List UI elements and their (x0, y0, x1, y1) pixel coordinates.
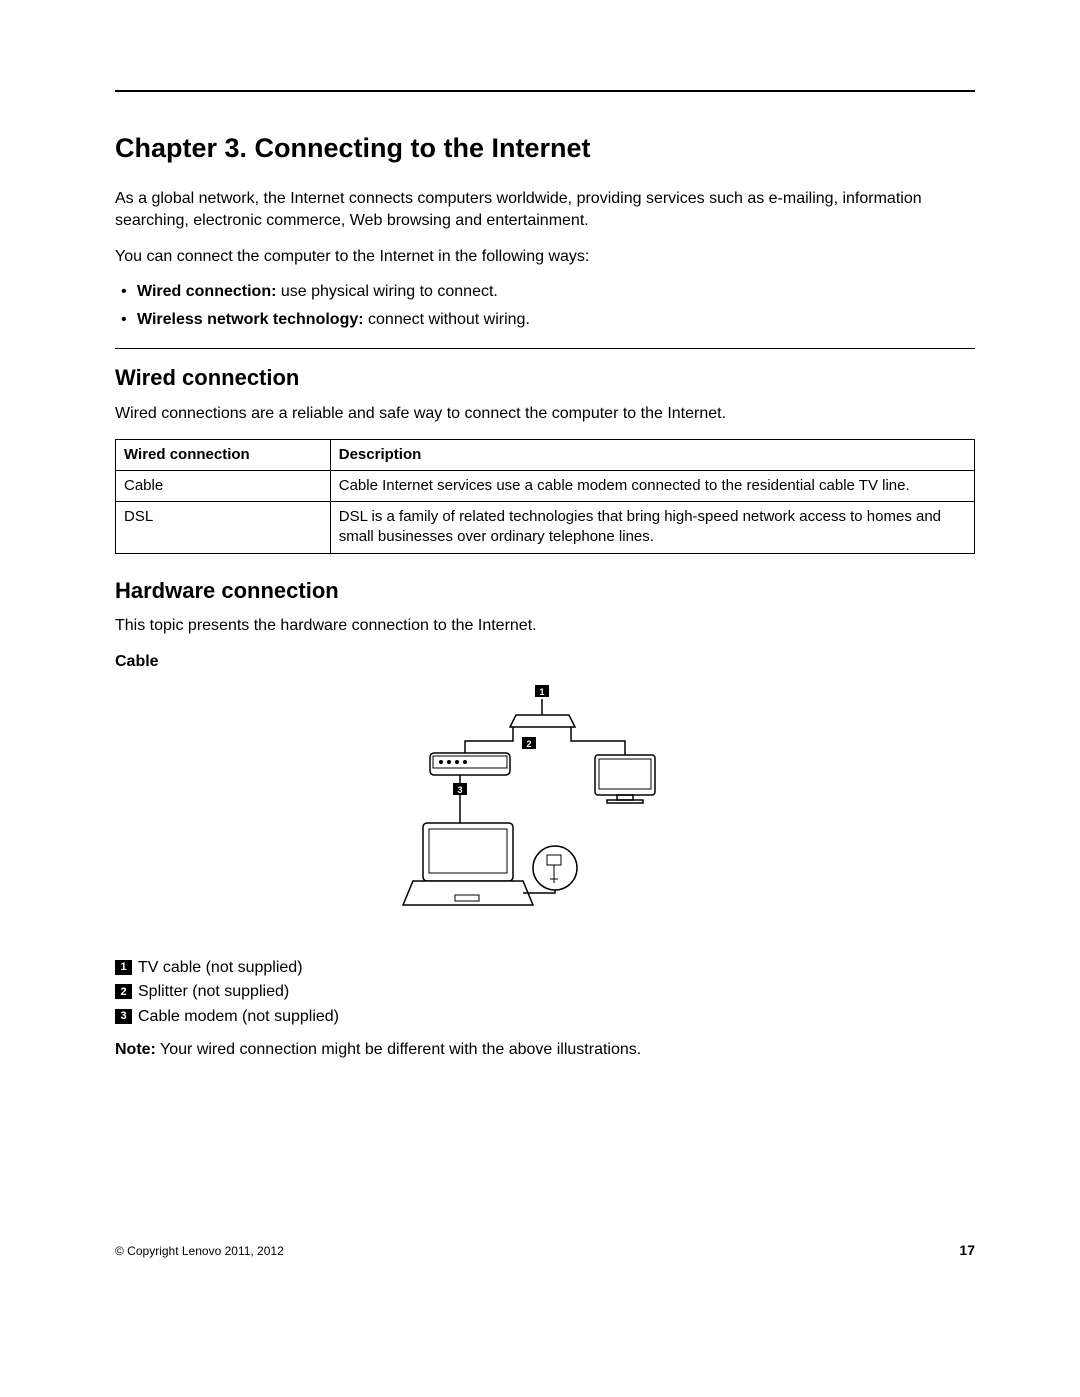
svg-text:2: 2 (526, 739, 531, 749)
bullet-rest: connect without wiring. (364, 311, 530, 328)
table-cell: DSL (116, 502, 331, 554)
table-row: DSL DSL is a family of related technolog… (116, 502, 975, 554)
svg-text:1: 1 (539, 687, 544, 697)
wired-heading: Wired connection (115, 363, 975, 393)
section-rule (115, 348, 975, 349)
chapter-title: Chapter 3. Connecting to the Internet (115, 130, 975, 166)
page-number: 17 (959, 1241, 975, 1260)
chapter-intro-1: As a global network, the Internet connec… (115, 188, 975, 231)
table-cell: DSL is a family of related technologies … (330, 502, 974, 554)
legend-item: 3 Cable modem (not supplied) (115, 1006, 975, 1028)
note-text: Your wired connection might be different… (156, 1041, 641, 1058)
legend-item: 2 Splitter (not supplied) (115, 981, 975, 1003)
wired-intro: Wired connections are a reliable and saf… (115, 403, 975, 425)
note-label: Note: (115, 1041, 156, 1058)
bullet-rest: use physical wiring to connect. (276, 283, 497, 300)
bullet-bold: Wired connection: (137, 283, 276, 300)
diagram-legend: 1 TV cable (not supplied) 2 Splitter (no… (115, 957, 975, 1028)
hardware-heading: Hardware connection (115, 576, 975, 606)
top-rule (115, 90, 975, 92)
bullet-bold: Wireless network technology: (137, 311, 364, 328)
table-cell: Cable Internet services use a cable mode… (330, 470, 974, 501)
hardware-note: Note: Your wired connection might be dif… (115, 1039, 975, 1061)
legend-number: 3 (115, 1009, 132, 1024)
list-item: Wired connection: use physical wiring to… (115, 281, 975, 303)
svg-text:3: 3 (457, 785, 462, 795)
legend-number: 2 (115, 984, 132, 999)
table-row: Cable Cable Internet services use a cabl… (116, 470, 975, 501)
copyright: © Copyright Lenovo 2011, 2012 (115, 1243, 284, 1259)
cable-subhead: Cable (115, 651, 975, 673)
chapter-intro-2: You can connect the computer to the Inte… (115, 246, 975, 268)
table-cell: Cable (116, 470, 331, 501)
table-header: Description (330, 439, 974, 470)
wired-connection-table: Wired connection Description Cable Cable… (115, 439, 975, 554)
legend-text: Splitter (not supplied) (138, 981, 289, 1003)
legend-item: 1 TV cable (not supplied) (115, 957, 975, 979)
legend-text: TV cable (not supplied) (138, 957, 303, 979)
connection-methods-list: Wired connection: use physical wiring to… (115, 281, 975, 330)
table-header: Wired connection (116, 439, 331, 470)
legend-number: 1 (115, 960, 132, 975)
list-item: Wireless network technology: connect wit… (115, 309, 975, 331)
hardware-diagram: 1 2 3 (115, 683, 975, 943)
cable-diagram-svg: 1 2 3 (395, 683, 695, 943)
hardware-intro: This topic presents the hardware connect… (115, 615, 975, 637)
page-footer: © Copyright Lenovo 2011, 2012 17 (115, 1241, 975, 1260)
legend-text: Cable modem (not supplied) (138, 1006, 339, 1028)
